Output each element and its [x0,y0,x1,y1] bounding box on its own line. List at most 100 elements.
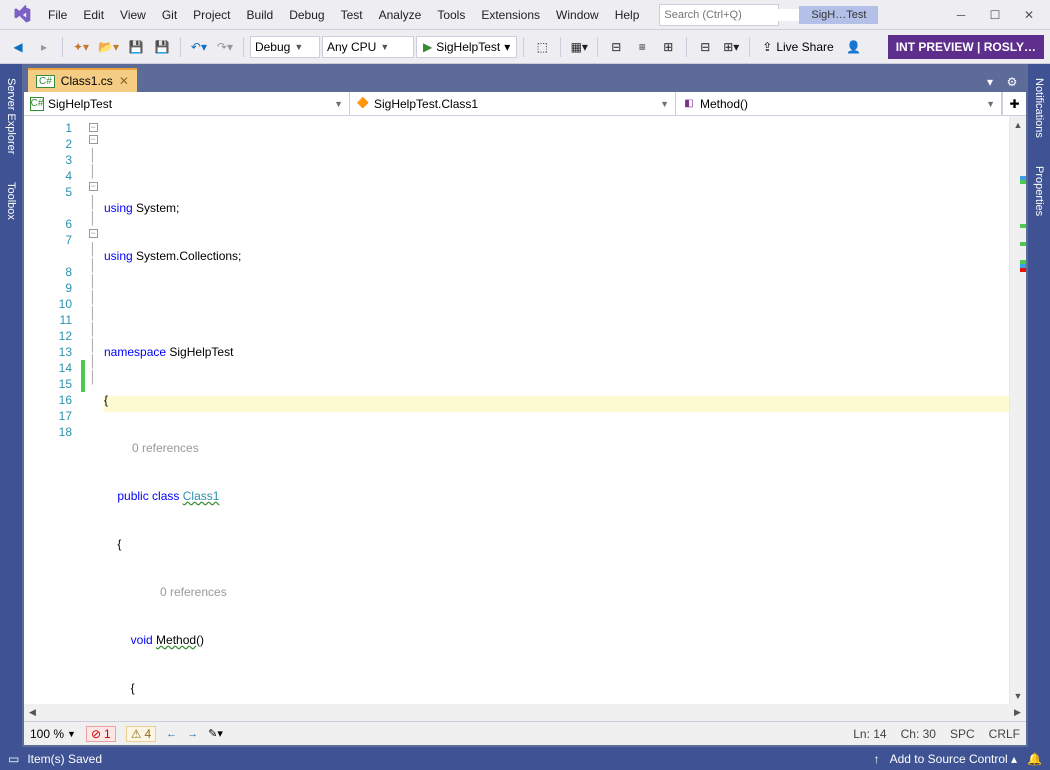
minimize-button[interactable]: ─ [944,2,978,28]
nav-class[interactable]: 🔶 SigHelpTest.Class1▼ [350,92,676,115]
platform-dropdown[interactable]: Any CPU▼ [322,36,414,58]
nav-back[interactable]: ← [166,728,177,740]
file-tab-class1[interactable]: C# Class1.cs ✕ [28,68,137,92]
code-text[interactable]: using System; using System.Collections; … [100,116,1009,704]
vs-logo-icon [10,3,34,27]
menu-project[interactable]: Project [185,4,238,26]
error-icon: ⊘ [91,727,101,741]
nav-bar: C# SigHelpTest▼ 🔶 SigHelpTest.Class1▼ ◧ … [24,92,1026,116]
menu-git[interactable]: Git [154,4,185,26]
share-icon: ⇪ [762,40,772,54]
window-controls: ─ ☐ ✕ [944,2,1046,28]
horizontal-scrollbar[interactable]: ◀▶ [24,704,1026,721]
redo-button[interactable]: ↷▾ [213,35,237,59]
fold-button[interactable]: − [89,123,98,132]
menu-file[interactable]: File [40,4,75,26]
menu-build[interactable]: Build [239,4,282,26]
tab-tools: ▾ ⚙ [980,72,1026,92]
char-indicator: Ch: 30 [901,727,936,741]
tab-dropdown[interactable]: ▾ [980,72,1000,92]
output-icon[interactable]: ▭ [8,752,19,766]
nav-fwd[interactable]: → [187,728,198,740]
menu-extensions[interactable]: Extensions [473,4,548,26]
status-message: Item(s) Saved [27,752,102,766]
fold-button[interactable]: − [89,135,98,144]
source-control-button[interactable]: Add to Source Control ▴ [890,752,1017,766]
start-debug-button[interactable]: ▶SigHelpTest▾ [416,36,517,58]
menu-tools[interactable]: Tools [429,4,473,26]
tool-btn-4[interactable]: ≡ [630,35,654,59]
menu-edit[interactable]: Edit [75,4,112,26]
menu-analyze[interactable]: Analyze [371,4,430,26]
indent-indicator[interactable]: SPC [950,727,975,741]
class-icon: 🔶 [356,97,370,111]
tab-settings-icon[interactable]: ⚙ [1002,72,1022,92]
publish-icon[interactable]: ↑ [874,752,880,766]
scroll-down-icon[interactable]: ▼ [1010,687,1026,704]
maximize-button[interactable]: ☐ [978,2,1012,28]
notifications-tab[interactable]: Notifications [1031,72,1047,144]
menu-window[interactable]: Window [548,4,607,26]
tool-btn-2[interactable]: ▦▾ [567,35,591,59]
back-button[interactable]: ◀ [6,35,30,59]
forward-button[interactable]: ▸ [32,35,56,59]
status-bar: ▭ Item(s) Saved ↑ Add to Source Control … [0,747,1050,770]
nav-member[interactable]: ◧ Method()▼ [676,92,1002,115]
tab-strip: C# Class1.cs ✕ ▾ ⚙ [24,66,1026,92]
csharp-project-icon: C# [30,97,44,111]
open-button[interactable]: 📂▾ [95,35,122,59]
search-input[interactable] [664,9,806,21]
right-side-tabs: Notifications Properties [1028,64,1050,747]
scroll-up-icon[interactable]: ▲ [1010,116,1026,133]
undo-button[interactable]: ↶▾ [187,35,211,59]
brush-tool[interactable]: ✎▾ [208,727,223,740]
notifications-icon[interactable]: 🔔 [1027,752,1042,766]
fold-gutter: −−││−││−│││││││││ [86,116,100,704]
menu-bar: File Edit View Git Project Build Debug T… [0,0,1050,30]
feedback-button[interactable]: 👤 [842,35,866,59]
save-all-button[interactable]: 💾 [150,35,174,59]
menu-help[interactable]: Help [607,4,648,26]
preview-badge[interactable]: INT PREVIEW | ROSLY… [888,35,1044,59]
line-numbers: 123456789101112131415161718 [24,116,80,704]
menu-view[interactable]: View [112,4,154,26]
toolbar: ◀ ▸ ✦▾ 📂▾ 💾 💾 ↶▾ ↷▾ Debug▼ Any CPU▼ ▶Sig… [0,30,1050,64]
fold-button[interactable]: − [89,182,98,191]
code-editor[interactable]: 123456789101112131415161718 −−││−││−││││… [24,116,1026,704]
new-item-button[interactable]: ✦▾ [69,35,93,59]
vertical-scrollbar[interactable]: ▲ ▼ [1009,116,1026,704]
config-dropdown[interactable]: Debug▼ [250,36,320,58]
main-area: Server Explorer Toolbox C# Class1.cs ✕ ▾… [0,64,1050,747]
solution-title: SigH…Test [799,6,878,24]
warning-count[interactable]: ⚠ 4 [126,726,156,742]
tool-btn-1[interactable]: ⬚ [530,35,554,59]
editor-status-bar: 100 % ▼ ⊘ 1 ⚠ 4 ← → ✎▾ Ln: 14 Ch: 30 SPC… [24,721,1026,745]
fold-button[interactable]: − [89,229,98,238]
warning-icon: ⚠ [131,727,142,741]
close-tab-icon[interactable]: ✕ [119,74,129,88]
tool-btn-7[interactable]: ⊞▾ [719,35,743,59]
file-tab-label: Class1.cs [61,74,113,88]
zoom-level[interactable]: 100 % ▼ [30,727,76,741]
tool-btn-5[interactable]: ⊞ [656,35,680,59]
toolbox-tab[interactable]: Toolbox [3,176,19,226]
nav-project[interactable]: C# SigHelpTest▼ [24,92,350,115]
lineending-indicator[interactable]: CRLF [989,727,1020,741]
live-share-button[interactable]: ⇪Live Share [756,40,839,54]
csharp-icon: C# [36,75,55,88]
properties-tab[interactable]: Properties [1031,160,1047,222]
tool-btn-3[interactable]: ⊟ [604,35,628,59]
error-count[interactable]: ⊘ 1 [86,726,116,742]
menu-debug[interactable]: Debug [281,4,332,26]
server-explorer-tab[interactable]: Server Explorer [3,72,19,160]
split-editor-button[interactable]: ✚ [1002,92,1026,115]
editor-zone: C# Class1.cs ✕ ▾ ⚙ C# SigHelpTest▼ 🔶 Sig… [22,64,1028,747]
close-button[interactable]: ✕ [1012,2,1046,28]
menu-test[interactable]: Test [333,4,371,26]
left-side-tabs: Server Explorer Toolbox [0,64,22,747]
method-icon: ◧ [682,97,696,111]
line-indicator: Ln: 14 [853,727,886,741]
search-box[interactable]: 🔍 [659,4,779,26]
tool-btn-6[interactable]: ⊟ [693,35,717,59]
save-button[interactable]: 💾 [124,35,148,59]
